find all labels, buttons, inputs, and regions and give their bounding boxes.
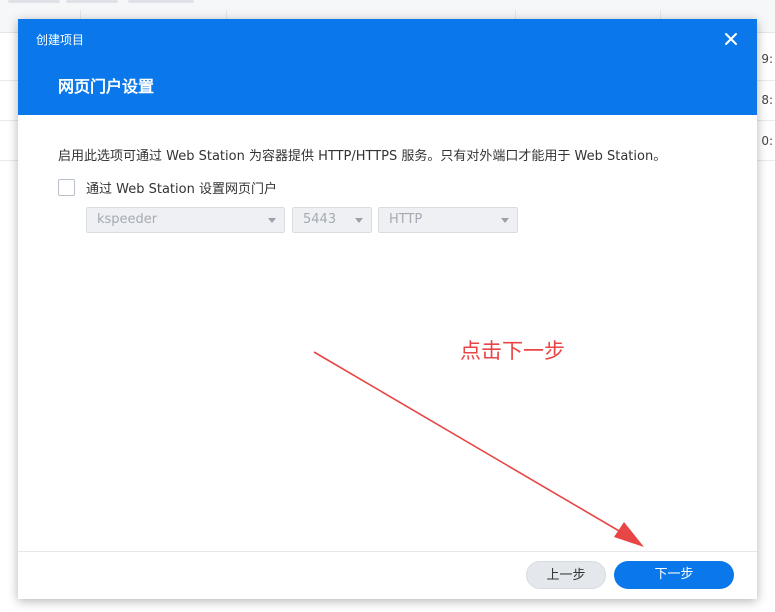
dialog-heading: 网页门户设置: [58, 77, 155, 96]
container-select-value: kspeeder: [97, 212, 158, 227]
protocol-select[interactable]: HTTP: [378, 207, 518, 233]
web-portal-checkbox[interactable]: [58, 178, 75, 196]
background-tab: [128, 0, 194, 3]
next-button[interactable]: 下一步: [614, 561, 734, 589]
close-button[interactable]: [721, 29, 741, 49]
protocol-select-value: HTTP: [389, 212, 423, 227]
annotation-text: 点击下一步: [460, 339, 565, 363]
web-portal-checkbox-row[interactable]: 通过 Web Station 设置网页门户: [58, 177, 277, 197]
port-select[interactable]: 5443: [292, 207, 372, 233]
close-icon: [725, 33, 737, 45]
background-cell: 8:: [761, 93, 773, 107]
create-project-dialog: 创建项目 网页门户设置 启用此选项可通过 Web Station 为容器提供 H…: [18, 19, 757, 599]
container-select[interactable]: kspeeder: [86, 207, 285, 233]
previous-button[interactable]: 上一步: [526, 561, 606, 589]
port-select-value: 5443: [303, 212, 337, 227]
web-portal-checkbox-label[interactable]: 通过 Web Station 设置网页门户: [86, 178, 277, 197]
background-cell: 0:: [761, 134, 773, 148]
chevron-down-icon: [501, 218, 509, 223]
description-text: 启用此选项可通过 Web Station 为容器提供 HTTP/HTTPS 服务…: [58, 149, 667, 164]
dialog-header: 创建项目 网页门户设置: [18, 19, 757, 115]
background-tab: [66, 0, 118, 3]
chevron-down-icon: [268, 218, 276, 223]
dialog-title: 创建项目: [36, 33, 85, 47]
background-tab: [8, 0, 60, 3]
background-cell: 9:: [761, 52, 773, 66]
footer-divider: [18, 551, 757, 552]
chevron-down-icon: [355, 218, 363, 223]
